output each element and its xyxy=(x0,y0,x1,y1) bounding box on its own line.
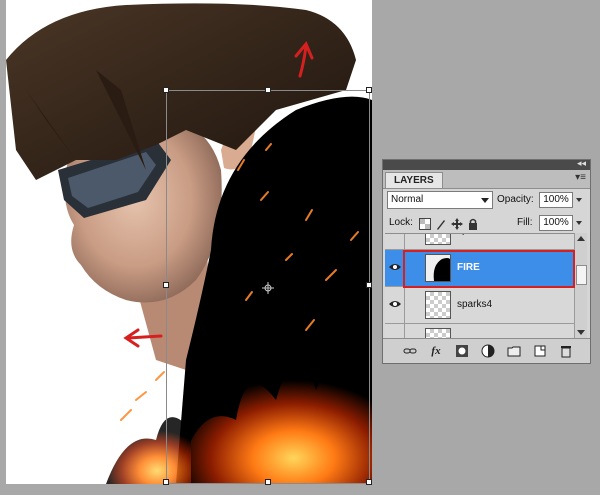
transform-handle-bottom-left[interactable] xyxy=(163,479,169,485)
opacity-field[interactable]: 100% xyxy=(539,192,573,208)
fill-label: Fill: xyxy=(517,217,533,228)
layer-name: sparks3 xyxy=(457,234,492,236)
fx-icon[interactable]: fx xyxy=(429,344,443,358)
link-icon[interactable] xyxy=(403,344,417,358)
scroll-down-icon[interactable] xyxy=(577,330,585,335)
blend-opacity-row: Normal Opacity: 100% xyxy=(387,191,586,211)
layer-thumbnail xyxy=(425,234,451,245)
document-canvas[interactable] xyxy=(6,0,372,484)
lock-label: Lock: xyxy=(389,217,413,228)
highlight-box xyxy=(403,250,575,288)
adjustment-layer-icon[interactable] xyxy=(481,344,495,358)
blend-mode-select[interactable]: Normal xyxy=(387,191,493,209)
transform-handle-middle-right[interactable] xyxy=(366,282,372,288)
lock-image-pixels-icon[interactable] xyxy=(435,218,447,230)
panel-menu-icon[interactable]: ▾≡ xyxy=(575,172,586,183)
layer-divider xyxy=(404,287,405,323)
transform-handle-top-left[interactable] xyxy=(163,87,169,93)
transform-handle-top-right[interactable] xyxy=(366,87,372,93)
transform-handle-middle-left[interactable] xyxy=(163,282,169,288)
layer-name: sparks4 xyxy=(457,299,493,310)
group-folder-icon[interactable] xyxy=(507,344,521,358)
blend-mode-value: Normal xyxy=(391,194,424,205)
transform-handle-bottom-center[interactable] xyxy=(265,479,271,485)
lock-all-icon[interactable] xyxy=(467,218,479,230)
collapse-panel-icon[interactable]: ◂◂ xyxy=(577,158,586,169)
transform-handle-top-center[interactable] xyxy=(265,87,271,93)
lock-fill-row: Lock: Fill: 100% xyxy=(387,214,586,234)
layer-row-partial[interactable] xyxy=(385,324,575,339)
panel-tab-row: LAYERS ▾≡ xyxy=(383,170,590,189)
trash-icon[interactable] xyxy=(559,344,573,358)
layer-thumbnail xyxy=(425,291,451,319)
scrollbar-thumb[interactable] xyxy=(576,265,587,285)
layer-mask-icon[interactable] xyxy=(455,344,469,358)
fill-field[interactable]: 100% xyxy=(539,215,573,231)
eye-icon[interactable] xyxy=(389,233,401,235)
chevron-down-icon xyxy=(481,198,489,203)
layer-divider xyxy=(404,234,405,249)
layers-footer-toolbar: fx xyxy=(383,338,590,363)
layers-scrollbar[interactable] xyxy=(574,233,587,338)
eye-icon[interactable] xyxy=(389,262,401,272)
layer-row-sparks3[interactable]: sparks3 xyxy=(385,233,575,250)
new-layer-icon[interactable] xyxy=(533,344,547,358)
panel-title-bar[interactable]: ◂◂ xyxy=(383,158,590,170)
transform-handle-bottom-right[interactable] xyxy=(366,479,372,485)
fill-slider-toggle[interactable] xyxy=(575,215,583,231)
layer-row-sparks4[interactable]: sparks4 xyxy=(385,287,575,324)
artwork xyxy=(6,3,372,484)
opacity-label: Opacity: xyxy=(497,194,534,205)
transform-pivot-icon[interactable] xyxy=(262,282,274,294)
eye-icon[interactable] xyxy=(389,299,401,309)
tab-layers[interactable]: LAYERS xyxy=(385,172,443,188)
lock-transparent-pixels-icon[interactable] xyxy=(419,218,431,230)
opacity-slider-toggle[interactable] xyxy=(575,192,583,208)
layer-divider xyxy=(404,324,405,339)
scroll-up-icon[interactable] xyxy=(577,236,585,241)
lock-position-icon[interactable] xyxy=(451,218,463,230)
